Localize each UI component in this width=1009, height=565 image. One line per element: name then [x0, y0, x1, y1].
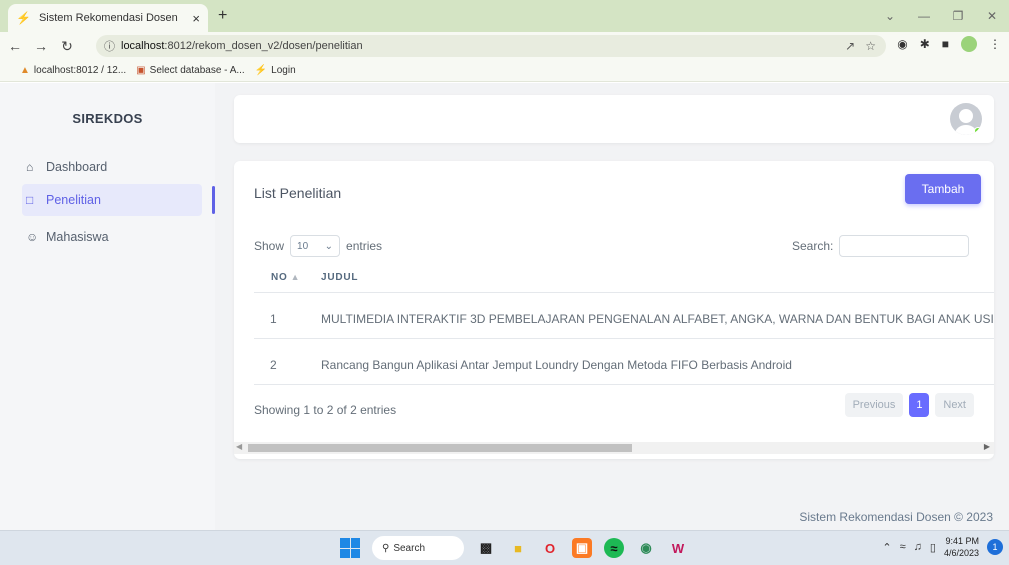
previous-button[interactable]: Previous: [844, 393, 904, 417]
scrollbar-thumb[interactable]: [248, 444, 632, 452]
row-divider: [254, 338, 994, 339]
table-info: Showing 1 to 2 of 2 entries: [254, 403, 397, 417]
table-search: Search:: [792, 235, 970, 257]
sidebar-item-mahasiswa[interactable]: ☺ Mahasiswa: [22, 221, 202, 253]
sort-icon: ▲: [290, 272, 301, 282]
url-bar[interactable]: ⓘ localhost:8012/rekom_dosen_v2/dosen/pe…: [96, 35, 886, 57]
opera-icon[interactable]: O: [540, 538, 560, 558]
top-navbar: [234, 95, 994, 143]
extensions-icon[interactable]: ✱: [920, 37, 930, 51]
minimize-button[interactable]: —: [907, 9, 941, 23]
sidepanel-icon[interactable]: ■: [942, 37, 949, 51]
site-favicon-icon: ⚡: [254, 65, 268, 76]
clock[interactable]: 9:41 PM 4/6/2023: [944, 535, 979, 559]
row-divider: [254, 384, 994, 385]
home-icon: ⌂: [26, 160, 34, 174]
browser-tab-bar: ⚡ Sistem Rekomendasi Dosen × + ⌄ — ❐ ✕: [0, 0, 1009, 32]
restore-button[interactable]: ❐: [941, 9, 975, 23]
close-window-button[interactable]: ✕: [975, 9, 1009, 23]
new-tab-button[interactable]: +: [218, 7, 227, 25]
column-header-no[interactable]: NO ▲: [271, 272, 300, 283]
tab-search-icon[interactable]: ⌄: [873, 9, 907, 23]
entries-label: entries: [346, 239, 383, 253]
online-status-icon: [974, 127, 982, 135]
file-explorer-icon[interactable]: ■: [508, 538, 528, 558]
chrome-icon[interactable]: ◉: [636, 538, 656, 558]
add-button[interactable]: Tambah: [905, 174, 981, 204]
footer-text: Sistem Rekomendasi Dosen © 2023: [799, 510, 993, 524]
tray-chevron-icon[interactable]: ⌃: [882, 541, 891, 554]
scroll-right-icon[interactable]: ▶: [984, 442, 990, 451]
sidebar: SIREKDOS ⌂ Dashboard □ Penelitian ☺ Maha…: [0, 83, 215, 530]
page-1-button[interactable]: 1: [909, 393, 930, 417]
database-icon: ▣: [136, 65, 146, 76]
start-button[interactable]: [340, 538, 360, 558]
camera-icon[interactable]: ◉: [897, 37, 907, 51]
profile-avatar-icon[interactable]: [961, 36, 977, 52]
pagination: Previous 1 Next: [844, 393, 974, 417]
tab-close-icon[interactable]: ×: [192, 11, 200, 26]
battery-icon[interactable]: ▯: [930, 541, 936, 554]
active-indicator: [212, 186, 215, 214]
tab-title: Sistem Rekomendasi Dosen: [38, 12, 178, 24]
phpmyadmin-icon: ▲: [20, 65, 30, 76]
bookmarks-bar: ▲ localhost:8012 / 12... ▣ Select database…: [0, 60, 1009, 82]
xampp-icon[interactable]: ▣: [572, 538, 592, 558]
window-controls: ⌄ — ❐ ✕: [873, 0, 1009, 32]
forward-button[interactable]: →: [30, 38, 52, 54]
file-icon: □: [26, 193, 34, 207]
browser-tab[interactable]: ⚡ Sistem Rekomendasi Dosen ×: [8, 4, 208, 32]
entries-length-control: Show 10 ⌄ entries: [254, 235, 382, 257]
search-input[interactable]: [839, 235, 970, 257]
back-button[interactable]: ←: [4, 38, 26, 54]
header-divider: [254, 292, 994, 293]
sidebar-item-dashboard[interactable]: ⌂ Dashboard: [22, 151, 202, 183]
bookmark-star-icon[interactable]: ☆: [865, 39, 876, 53]
url-text: localhost:8012/rekom_dosen_v2/dosen/pene…: [121, 40, 363, 52]
reload-button[interactable]: ↻: [56, 38, 78, 55]
entries-select[interactable]: 10 ⌄: [290, 235, 341, 257]
taskbar-search[interactable]: ⚲ Search: [372, 536, 464, 560]
show-label: Show: [254, 239, 285, 253]
table-cell-judul: MULTIMEDIA INTERAKTIF 3D PEMBELAJARAN PE…: [321, 312, 994, 326]
notification-badge[interactable]: 1: [987, 539, 1003, 555]
app-brand[interactable]: SIREKDOS: [0, 111, 215, 126]
column-header-judul[interactable]: JUDUL: [321, 272, 358, 283]
scroll-left-icon[interactable]: ◀: [236, 442, 242, 451]
wifi-icon[interactable]: ≈: [900, 541, 906, 553]
spotify-icon[interactable]: ≈: [604, 538, 624, 558]
sidebar-item-label: Dashboard: [46, 160, 108, 174]
users-icon: ☺: [26, 230, 39, 244]
app-viewport: SIREKDOS ⌂ Dashboard □ Penelitian ☺ Maha…: [0, 83, 1009, 530]
user-avatar-icon[interactable]: [950, 103, 982, 135]
search-label: Search:: [792, 239, 834, 253]
penelitian-card: List Penelitian Tambah Show 10 ⌄ entries…: [234, 161, 994, 459]
task-view-icon[interactable]: ▩: [476, 538, 496, 558]
search-icon: ⚲: [382, 542, 390, 554]
card-title: List Penelitian: [254, 185, 342, 201]
sidebar-item-penelitian[interactable]: □ Penelitian: [22, 184, 202, 216]
horizontal-scrollbar[interactable]: ◀ ▶: [234, 442, 994, 454]
volume-icon[interactable]: ♫: [914, 541, 922, 553]
table-cell-no: 1: [270, 312, 277, 326]
address-toolbar: ← → ↻ ⓘ localhost:8012/rekom_dosen_v2/do…: [0, 32, 1009, 60]
site-favicon-icon: ⚡: [16, 11, 31, 25]
bookmark-item[interactable]: ⚡ Login: [255, 65, 296, 76]
chevron-down-icon: ⌄: [324, 240, 334, 252]
sidebar-item-label: Mahasiswa: [46, 230, 109, 244]
table-cell-judul: Rancang Bangun Aplikasi Antar Jemput Lou…: [321, 358, 792, 372]
next-button[interactable]: Next: [935, 393, 974, 417]
share-icon[interactable]: ↗: [845, 39, 855, 53]
table-cell-no: 2: [270, 358, 277, 372]
bookmark-item[interactable]: ▣ Select database - A...: [136, 65, 245, 76]
os-taskbar: ⚲ Search ▩ ■ O ▣ ≈ ◉ W ⌃ ≈ ♫ ▯ 9:41 PM 4…: [0, 530, 1009, 565]
word-icon[interactable]: W: [668, 538, 688, 558]
menu-dots-icon[interactable]: ⋮: [989, 37, 1001, 51]
bookmark-item[interactable]: ▲ localhost:8012 / 12...: [20, 65, 126, 76]
site-info-icon[interactable]: ⓘ: [104, 38, 115, 54]
sidebar-item-label: Penelitian: [46, 193, 101, 207]
